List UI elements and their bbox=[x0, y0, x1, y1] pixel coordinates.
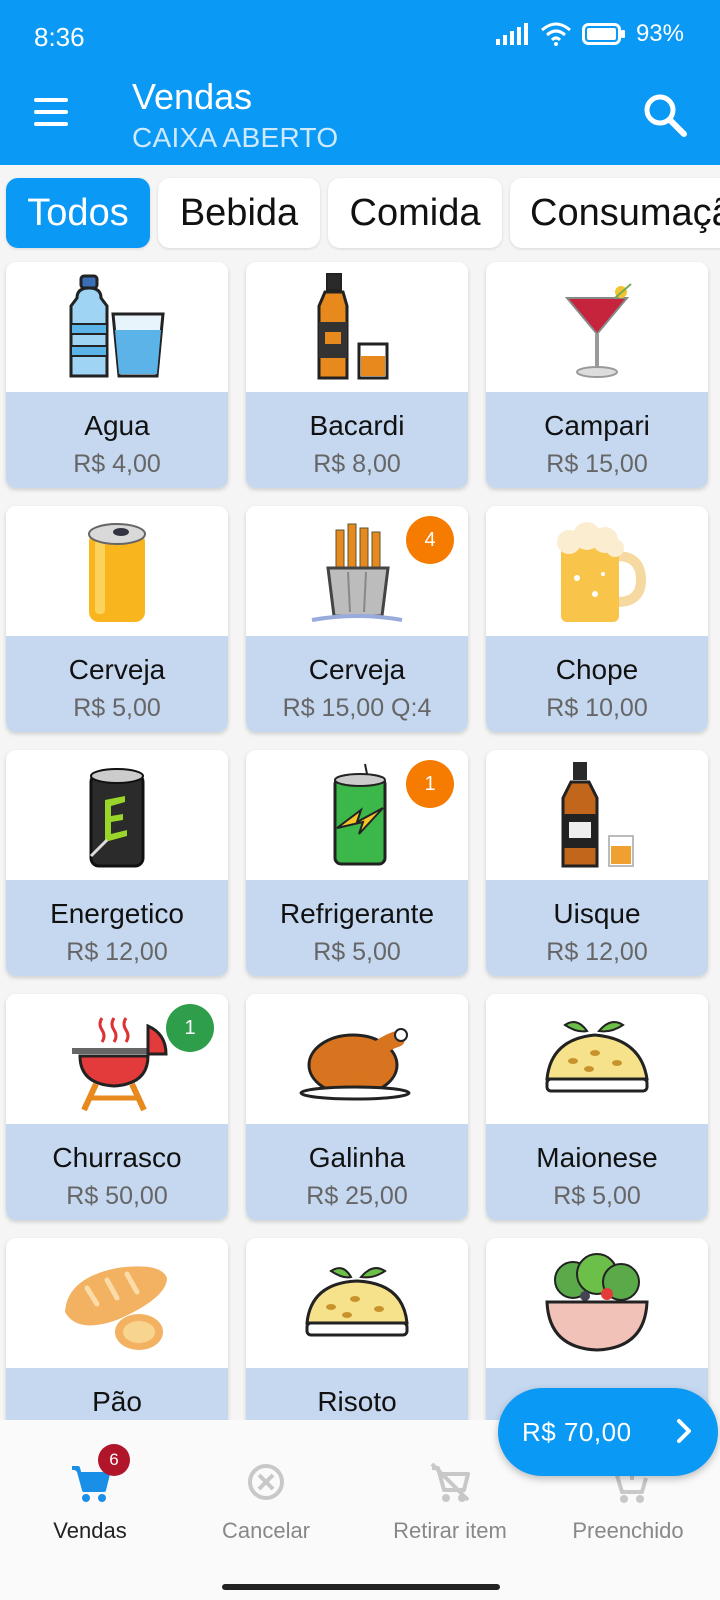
product-price: R$ 5,00 bbox=[313, 938, 401, 966]
product-card-energetico[interactable]: Energetico R$ 12,00 bbox=[6, 750, 228, 976]
product-card-refrigerante[interactable]: 1 Refrigerante R$ 5,00 bbox=[246, 750, 468, 976]
energy-drink-can-icon bbox=[89, 768, 145, 868]
status-icons: 93% bbox=[495, 20, 684, 48]
signal-icon bbox=[495, 23, 528, 45]
product-name: Agua bbox=[84, 410, 150, 441]
nav-label: Vendas bbox=[53, 1518, 127, 1543]
category-tabs: Todos Bebida Comida Consumação bbox=[0, 170, 720, 252]
tab-bebida[interactable]: Bebida bbox=[158, 178, 320, 248]
salad-plate-icon bbox=[545, 1021, 649, 1093]
product-name: Cerveja bbox=[308, 654, 406, 685]
soda-can-icon bbox=[333, 763, 387, 866]
page-title: Vendas bbox=[132, 76, 253, 117]
product-card-bacardi[interactable]: Bacardi R$ 8,00 bbox=[246, 262, 468, 488]
battery-icon bbox=[581, 23, 625, 45]
tab-comida[interactable]: Comida bbox=[328, 178, 502, 248]
wifi-icon bbox=[540, 22, 571, 46]
roast-chicken-icon bbox=[299, 1028, 411, 1101]
product-name: Bacardi bbox=[309, 410, 405, 441]
product-price: R$ 12,00 bbox=[546, 938, 648, 966]
salad-bowl-icon bbox=[545, 1253, 649, 1352]
product-price: R$ 5,00 bbox=[553, 1182, 641, 1210]
product-name: Pão bbox=[92, 1386, 142, 1417]
app-bar: 8:36 93% Vendas CAIXA ABERTO bbox=[0, 0, 720, 165]
barbecue-grill-icon bbox=[72, 1017, 168, 1112]
sales-screen: 8:36 93% Vendas CAIXA ABERTO Todos Bebid… bbox=[0, 0, 720, 1600]
beer-mug-icon bbox=[557, 522, 647, 622]
product-card-churrasco[interactable]: 1 Churrasco R$ 50,00 bbox=[6, 994, 228, 1220]
product-card-uisque[interactable]: Uisque R$ 12,00 bbox=[486, 750, 708, 976]
status-time: 8:36 bbox=[34, 22, 85, 52]
battery-percent: 93% bbox=[635, 20, 684, 47]
quantity-badge: 1 bbox=[406, 760, 454, 808]
cart-remove-icon bbox=[428, 1460, 472, 1504]
product-card-chope[interactable]: Chope R$ 10,00 bbox=[486, 506, 708, 732]
quantity-badge: 1 bbox=[166, 1004, 214, 1052]
status-bar: 8:36 93% bbox=[0, 0, 720, 72]
product-price: R$ 25,00 bbox=[306, 1182, 408, 1210]
tab-todos[interactable]: Todos bbox=[6, 178, 150, 248]
nav-retirar-item[interactable]: Retirar item bbox=[360, 1460, 540, 1544]
product-price: R$ 10,00 bbox=[546, 694, 648, 722]
order-total: R$ 70,00 bbox=[522, 1416, 632, 1447]
whiskey-bottle-icon bbox=[561, 762, 634, 868]
nav-cancelar[interactable]: Cancelar bbox=[176, 1460, 356, 1544]
product-name: Risoto bbox=[317, 1386, 397, 1417]
product-name: Cerveja bbox=[68, 654, 166, 685]
product-price: R$ 12,00 bbox=[66, 938, 168, 966]
product-card-campari[interactable]: Campari R$ 15,00 bbox=[486, 262, 708, 488]
cocktail-glass-icon bbox=[564, 283, 632, 378]
quantity-badge: 4 bbox=[406, 516, 454, 564]
liquor-bottle-glass-icon bbox=[317, 273, 389, 380]
product-name: Maionese bbox=[536, 1142, 658, 1173]
nav-label: Preenchido bbox=[572, 1518, 684, 1543]
product-name: Energetico bbox=[50, 898, 184, 929]
chevron-right-icon bbox=[677, 1419, 691, 1443]
product-name: Campari bbox=[544, 410, 650, 441]
bread-icon bbox=[65, 1266, 167, 1350]
nav-vendas[interactable]: 6 Vendas bbox=[0, 1444, 180, 1544]
nav-label: Retirar item bbox=[393, 1518, 507, 1543]
product-name: Galinha bbox=[308, 1142, 406, 1173]
home-indicator[interactable] bbox=[222, 1584, 500, 1590]
product-card-cerveja-lata[interactable]: Cerveja R$ 5,00 bbox=[6, 506, 228, 732]
product-card-maionese[interactable]: Maionese R$ 5,00 bbox=[486, 994, 708, 1220]
cash-register-status: CAIXA ABERTO bbox=[132, 122, 339, 153]
product-price: R$ 50,00 bbox=[66, 1182, 168, 1210]
product-card-galinha[interactable]: Galinha R$ 25,00 bbox=[246, 994, 468, 1220]
product-card-cerveja-balde[interactable]: 4 Cerveja R$ 15,00 Q:4 bbox=[246, 506, 468, 732]
cart-icon: 6 bbox=[68, 1444, 130, 1504]
product-name: Refrigerante bbox=[279, 898, 435, 929]
nav-label: Cancelar bbox=[221, 1518, 311, 1543]
cart-count-badge: 6 bbox=[98, 1444, 130, 1476]
product-price: R$ 5,00 bbox=[73, 694, 161, 722]
product-name: Churrasco bbox=[52, 1142, 182, 1173]
product-name: Chope bbox=[555, 654, 639, 685]
tab-consumacao[interactable]: Consumação bbox=[510, 178, 720, 248]
product-card-agua[interactable]: Agua R$ 4,00 bbox=[6, 262, 228, 488]
water-bottle-glass-icon bbox=[69, 274, 165, 378]
product-name: Uisque bbox=[553, 898, 641, 929]
risotto-plate-icon bbox=[305, 1267, 409, 1337]
beer-bucket-icon bbox=[311, 523, 403, 622]
product-price: R$ 8,00 bbox=[313, 450, 401, 478]
checkout-total-button[interactable]: R$ 70,00 bbox=[498, 1388, 718, 1476]
cancel-circle-icon bbox=[244, 1460, 288, 1504]
product-price: R$ 15,00 Q:4 bbox=[282, 694, 432, 722]
search-icon[interactable] bbox=[640, 90, 690, 140]
menu-icon[interactable] bbox=[34, 98, 70, 128]
product-price: R$ 4,00 bbox=[73, 450, 161, 478]
beer-can-icon bbox=[88, 523, 146, 622]
product-price: R$ 15,00 bbox=[546, 450, 648, 478]
